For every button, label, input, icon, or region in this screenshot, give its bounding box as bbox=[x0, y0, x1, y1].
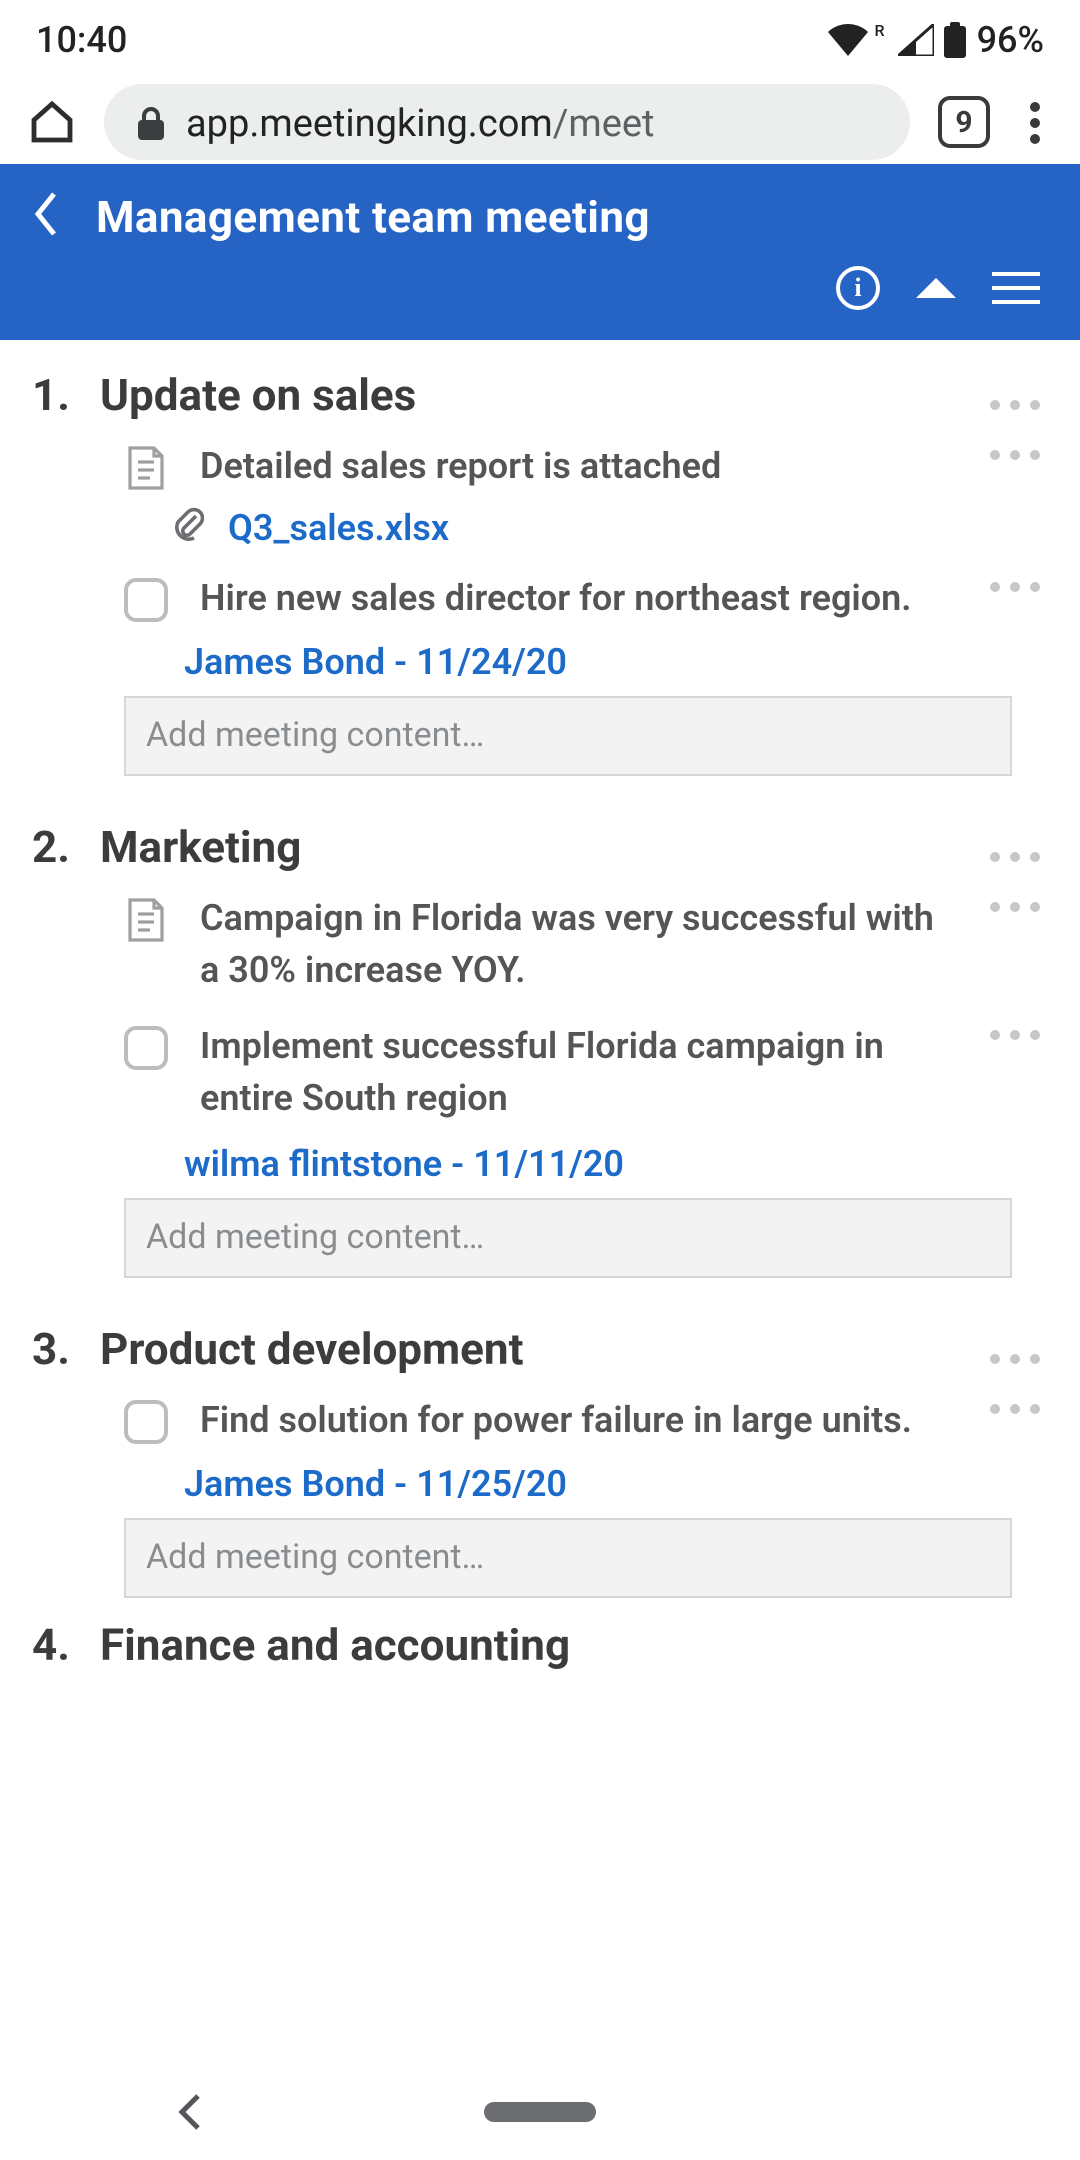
more-icon[interactable] bbox=[982, 392, 1048, 418]
task-checkbox[interactable] bbox=[124, 574, 168, 622]
cell-signal-icon bbox=[899, 24, 935, 56]
section-number: 2. bbox=[32, 824, 100, 874]
add-content-input[interactable]: Add meeting content… bbox=[124, 696, 1012, 776]
section-number: 3. bbox=[32, 1325, 100, 1375]
assignment-info[interactable]: James Bond - 11/24/20 bbox=[32, 630, 1048, 692]
android-nav-bar bbox=[0, 2064, 1080, 2160]
item-text: Detailed sales report is attached bbox=[200, 442, 950, 494]
add-content-input[interactable]: Add meeting content… bbox=[124, 1197, 1012, 1277]
more-icon[interactable] bbox=[982, 844, 1048, 870]
agenda-item: Find solution for power failure in large… bbox=[32, 1375, 1048, 1451]
url-text: app.meetingking.com/meet bbox=[186, 99, 654, 145]
status-time: 10:40 bbox=[36, 19, 127, 61]
item-text: Campaign in Florida was very successful … bbox=[200, 894, 950, 998]
add-content-input[interactable]: Add meeting content… bbox=[124, 1517, 1012, 1597]
agenda-item: Hire new sales director for northeast re… bbox=[32, 554, 1048, 630]
section-title: Update on sales bbox=[100, 372, 982, 422]
item-text: Find solution for power failure in large… bbox=[200, 1395, 950, 1447]
section-title: Marketing bbox=[100, 824, 982, 874]
agenda-content: 1.Update on sales Detailed sales report i… bbox=[0, 340, 1080, 2108]
more-icon[interactable] bbox=[982, 1395, 1048, 1421]
agenda-section: 2.Marketing Campaign in Florida was very … bbox=[0, 800, 1080, 1301]
url-bar[interactable]: app.meetingking.com/meet bbox=[104, 84, 910, 160]
assignment-info[interactable]: wilma flintstone - 11/11/20 bbox=[32, 1131, 1048, 1193]
wifi-icon bbox=[828, 24, 868, 56]
page-title: Management team meeting bbox=[96, 193, 650, 243]
agenda-section: 3.Product development Find solution for p… bbox=[0, 1301, 1080, 1621]
chrome-menu-icon[interactable] bbox=[1018, 93, 1052, 151]
more-icon[interactable] bbox=[982, 574, 1048, 600]
note-icon bbox=[124, 442, 168, 490]
tab-switcher[interactable]: 9 bbox=[938, 96, 990, 148]
note-icon bbox=[124, 894, 168, 942]
collapse-icon[interactable] bbox=[916, 278, 956, 298]
task-checkbox[interactable] bbox=[124, 1395, 168, 1443]
more-icon[interactable] bbox=[982, 442, 1048, 468]
menu-icon[interactable] bbox=[992, 272, 1040, 304]
agenda-section-cutoff: 4.Finance and accounting bbox=[0, 1621, 1080, 1671]
network-badge: R bbox=[874, 21, 884, 39]
agenda-item: Campaign in Florida was very successful … bbox=[32, 874, 1048, 1002]
app-header: Management team meeting i bbox=[0, 164, 1080, 340]
attachment-row[interactable]: Q3_sales.xlsx bbox=[32, 498, 1048, 554]
back-icon[interactable] bbox=[32, 190, 60, 246]
battery-icon bbox=[945, 22, 967, 58]
more-icon[interactable] bbox=[982, 1345, 1048, 1371]
more-icon[interactable] bbox=[982, 1023, 1048, 1049]
paperclip-icon bbox=[172, 506, 204, 550]
agenda-item: Detailed sales report is attached bbox=[32, 422, 1048, 498]
lock-icon bbox=[136, 105, 166, 139]
chrome-toolbar: app.meetingking.com/meet 9 bbox=[0, 80, 1080, 164]
assignment-info[interactable]: James Bond - 11/25/20 bbox=[32, 1451, 1048, 1513]
agenda-section: 1.Update on sales Detailed sales report i… bbox=[0, 348, 1080, 800]
info-icon[interactable]: i bbox=[836, 266, 880, 310]
section-title: Product development bbox=[100, 1325, 982, 1375]
item-text: Implement successful Florida campaign in… bbox=[200, 1023, 950, 1127]
more-icon[interactable] bbox=[982, 894, 1048, 920]
task-checkbox[interactable] bbox=[124, 1023, 168, 1071]
item-text: Hire new sales director for northeast re… bbox=[200, 574, 950, 626]
agenda-item: Implement successful Florida campaign in… bbox=[32, 1003, 1048, 1131]
nav-home-pill[interactable] bbox=[484, 2102, 596, 2122]
status-indicators: R 96% bbox=[828, 19, 1044, 61]
section-number: 1. bbox=[32, 372, 100, 422]
home-icon[interactable] bbox=[28, 98, 76, 146]
battery-percent: 96% bbox=[977, 19, 1044, 61]
attachment-link: Q3_sales.xlsx bbox=[228, 507, 449, 549]
android-status-bar: 10:40 R 96% bbox=[0, 0, 1080, 80]
nav-back-icon[interactable] bbox=[176, 2092, 204, 2132]
